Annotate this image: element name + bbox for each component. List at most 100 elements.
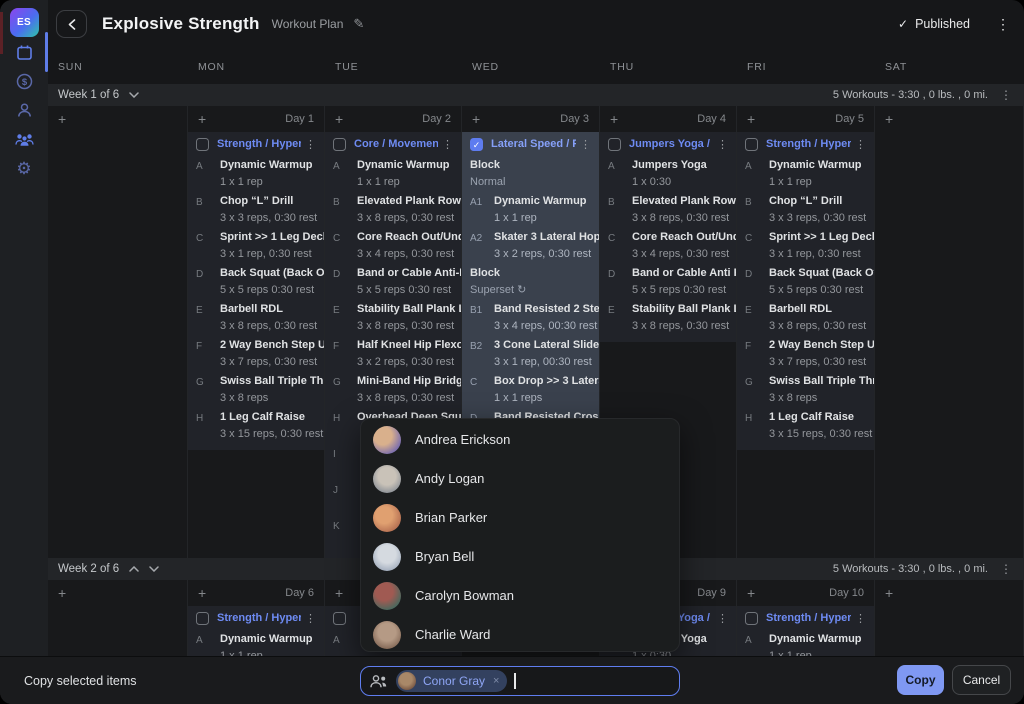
chevron-down-icon[interactable] <box>129 92 139 98</box>
week2-kebab-menu-icon[interactable]: ⋮ <box>1000 562 1012 576</box>
exercise-row[interactable]: GSwiss Ball Triple Threat3 x 8 reps <box>188 372 324 408</box>
workout-checkbox[interactable] <box>196 612 209 625</box>
workout-checkbox[interactable] <box>745 612 758 625</box>
workout-card[interactable]: Jumpers Yoga / Core⋮ AJumpers Yoga1 x 0:3… <box>600 132 736 342</box>
exercise-row[interactable]: EStability Ball Plank Linear ...3 x 8 re… <box>325 300 461 336</box>
athlete-option[interactable]: Andrea Erickson <box>361 420 679 459</box>
workout-card[interactable]: Strength / Hypertro...⋮ ADynamic Warmup1 … <box>737 606 874 656</box>
exercise-row[interactable]: ADynamic Warmup1 x 1 rep <box>188 630 324 656</box>
add-workout-button[interactable]: + <box>472 111 480 127</box>
add-workout-button[interactable]: + <box>335 111 343 127</box>
add-workout-button[interactable]: + <box>198 585 206 601</box>
workout-checkbox[interactable] <box>608 138 621 151</box>
sidebar-item-settings[interactable]: ⚙ <box>0 154 48 182</box>
workout-card[interactable]: ✓Lateral Speed / Plyo⋮BlockNormalA1Dynam… <box>462 132 599 450</box>
chip-remove-icon[interactable]: × <box>493 675 499 687</box>
exercise-row[interactable]: CSprint >> 1 Leg Declarations3 x 1 rep, … <box>188 228 324 264</box>
workout-checkbox[interactable] <box>196 138 209 151</box>
kebab-menu-icon[interactable]: ⋮ <box>301 138 316 151</box>
chevron-up-icon[interactable] <box>129 566 139 572</box>
assign-to-input[interactable]: Conor Gray × <box>360 666 680 696</box>
add-workout-button[interactable]: + <box>610 111 618 127</box>
workout-checkbox[interactable] <box>333 612 346 625</box>
published-status[interactable]: Published <box>915 17 970 31</box>
exercise-row[interactable]: EBarbell RDL3 x 8 reps, 0:30 rest <box>737 300 874 336</box>
exercise-row[interactable]: GSwiss Ball Triple Threat3 x 8 reps <box>737 372 874 408</box>
exercise-row[interactable]: AJumpers Yoga1 x 0:30 <box>600 156 736 192</box>
workout-card[interactable]: Strength / Hypertro...⋮ ADynamic Warmup1 … <box>188 132 324 450</box>
athlete-option[interactable]: Carolyn Bowman <box>361 576 679 615</box>
exercise-row[interactable]: CSprint >> 1 Leg Declarations3 x 1 rep, … <box>737 228 874 264</box>
exercise-row[interactable]: F2 Way Bench Step Up3 x 7 reps, 0:30 res… <box>737 336 874 372</box>
workout-title-link[interactable]: Strength / Hypertro... <box>766 138 851 150</box>
week1-kebab-menu-icon[interactable]: ⋮ <box>1000 88 1012 102</box>
exercise-row[interactable]: DBand or Cable Anti Rotati...5 x 5 reps … <box>600 264 736 300</box>
workout-checkbox[interactable]: ✓ <box>470 138 483 151</box>
sidebar-item-calendar[interactable] <box>0 38 48 66</box>
exercise-row[interactable]: ADynamic Warmup1 x 1 rep <box>737 630 874 656</box>
kebab-menu-icon[interactable]: ⋮ <box>713 138 728 151</box>
back-button[interactable] <box>56 10 87 38</box>
workout-title-link[interactable]: Strength / Hypertro... <box>766 612 851 624</box>
chevron-down-icon[interactable] <box>149 566 159 572</box>
exercise-row[interactable]: FHalf Kneel Hip Flexor Rais...3 x 2 reps… <box>325 336 461 372</box>
workout-checkbox[interactable] <box>333 138 346 151</box>
kebab-menu-icon[interactable]: ⋮ <box>576 138 591 151</box>
exercise-row[interactable]: B23 Cone Lateral Slide3 x 1 rep, 00:30 r… <box>462 336 599 372</box>
add-workout-button[interactable]: + <box>335 585 343 601</box>
sidebar-item-teams[interactable] <box>0 125 48 153</box>
exercise-row[interactable]: BElevated Plank Row3 x 8 reps, 0:30 rest <box>600 192 736 228</box>
workout-title-link[interactable]: Strength / Hypertro... <box>217 138 301 150</box>
athlete-option[interactable]: Bryan Bell <box>361 537 679 576</box>
workout-title-link[interactable]: Core / Movement Q... <box>354 138 438 150</box>
edit-pencil-icon[interactable]: ✎ <box>353 16 364 32</box>
exercise-row[interactable]: B1Band Resisted 2 Step Late...3 x 4 reps… <box>462 300 599 336</box>
add-workout-button[interactable]: + <box>58 111 66 127</box>
add-workout-button[interactable]: + <box>747 111 755 127</box>
exercise-row[interactable]: GMini-Band Hip Bridge w/ ...3 x 8 reps, … <box>325 372 461 408</box>
exercise-row[interactable]: ADynamic Warmup1 x 1 rep <box>188 156 324 192</box>
exercise-row[interactable]: EBarbell RDL3 x 8 reps, 0:30 rest <box>188 300 324 336</box>
exercise-row[interactable]: EStability Ball Plank Linear ...3 x 8 re… <box>600 300 736 336</box>
kebab-menu-icon[interactable]: ⋮ <box>851 612 866 625</box>
workout-checkbox[interactable] <box>745 138 758 151</box>
athlete-option[interactable]: Charlie Ward <box>361 615 679 652</box>
sidebar-item-payments[interactable]: $ <box>0 67 48 95</box>
exercise-row[interactable]: BChop “L” Drill3 x 3 reps, 0:30 rest <box>188 192 324 228</box>
athlete-option[interactable]: Brian Parker <box>361 498 679 537</box>
add-workout-button[interactable]: + <box>58 585 66 601</box>
exercise-row[interactable]: H1 Leg Calf Raise3 x 15 reps, 0:30 rest <box>188 408 324 444</box>
exercise-row[interactable]: DBack Squat (Back Off Set)5 x 5 reps 0:3… <box>188 264 324 300</box>
athlete-option[interactable]: Andy Logan <box>361 459 679 498</box>
week2-label[interactable]: Week 2 of 6 <box>58 563 119 575</box>
exercise-row[interactable]: BChop “L” Drill3 x 3 reps, 0:30 rest <box>737 192 874 228</box>
exercise-row[interactable]: DBack Squat (Back Off Set)5 x 5 reps 0:3… <box>737 264 874 300</box>
exercise-row[interactable]: A1Dynamic Warmup1 x 1 rep <box>462 192 599 228</box>
week1-label[interactable]: Week 1 of 6 <box>58 89 119 101</box>
selected-athlete-chip[interactable]: Conor Gray × <box>396 670 507 692</box>
exercise-row[interactable]: DBand or Cable Anti-Rotati...5 x 5 reps … <box>325 264 461 300</box>
sidebar-item-athletes[interactable] <box>0 96 48 124</box>
copy-button[interactable]: Copy <box>897 665 944 695</box>
workout-card[interactable]: Strength / Hypertro...⋮ ADynamic Warmup1 … <box>737 132 874 450</box>
cancel-button[interactable]: Cancel <box>952 665 1011 695</box>
exercise-row[interactable]: ADynamic Warmup1 x 1 rep <box>737 156 874 192</box>
kebab-menu-icon[interactable]: ⋮ <box>851 138 866 151</box>
exercise-row[interactable]: CCore Reach Out/Under3 x 4 reps, 0:30 re… <box>600 228 736 264</box>
add-workout-button[interactable]: + <box>885 111 893 127</box>
kebab-menu-icon[interactable]: ⋮ <box>713 612 728 625</box>
kebab-menu-icon[interactable]: ⋮ <box>301 612 316 625</box>
add-workout-button[interactable]: + <box>747 585 755 601</box>
add-workout-button[interactable]: + <box>198 111 206 127</box>
kebab-menu-icon[interactable]: ⋮ <box>438 138 453 151</box>
app-logo[interactable]: ES <box>10 8 39 37</box>
workout-title-link[interactable]: Jumpers Yoga / Core <box>629 138 713 150</box>
workout-title-link[interactable]: Lateral Speed / Plyo <box>491 138 576 150</box>
exercise-row[interactable]: A2Skater 3 Lateral Hops >> ...3 x 2 reps… <box>462 228 599 264</box>
workout-title-link[interactable]: Strength / Hypertro... <box>217 612 301 624</box>
exercise-row[interactable]: BElevated Plank Row3 x 8 reps, 0:30 rest <box>325 192 461 228</box>
add-workout-button[interactable]: + <box>885 585 893 601</box>
workout-card[interactable]: Strength / Hypertro...⋮ ADynamic Warmup1 … <box>188 606 324 656</box>
exercise-row[interactable]: ADynamic Warmup1 x 1 rep <box>325 156 461 192</box>
exercise-row[interactable]: F2 Way Bench Step Up3 x 7 reps, 0:30 res… <box>188 336 324 372</box>
